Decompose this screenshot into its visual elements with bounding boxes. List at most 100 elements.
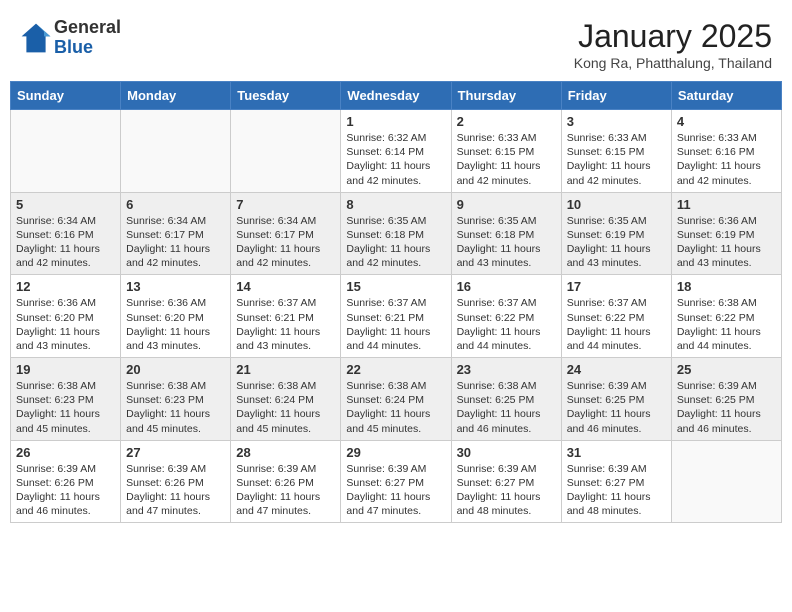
calendar-day-cell: 3 Sunrise: 6:33 AM Sunset: 6:15 PM Daylig… [561,110,671,193]
day-number: 7 [236,197,335,212]
day-info: Sunrise: 6:35 AM Sunset: 6:18 PM Dayligh… [346,214,445,271]
day-info: Sunrise: 6:36 AM Sunset: 6:19 PM Dayligh… [677,214,776,271]
day-number: 9 [457,197,556,212]
logo-general-label: General [54,18,121,38]
calendar-day-cell: 27Sunrise: 6:39 AM Sunset: 6:26 PM Dayli… [121,440,231,523]
calendar-day-cell: 11 Sunrise: 6:36 AM Sunset: 6:19 PM Dayli… [671,192,781,275]
calendar-table: SundayMondayTuesdayWednesdayThursdayFrid… [10,81,782,523]
day-info: Sunrise: 6:34 AM Sunset: 6:17 PM Dayligh… [126,214,225,271]
calendar-week-row: 26Sunrise: 6:39 AM Sunset: 6:26 PM Dayli… [11,440,782,523]
calendar-day-cell: 5 Sunrise: 6:34 AM Sunset: 6:16 PM Daylig… [11,192,121,275]
calendar-day-cell: 4Sunrise: 6:33 AM Sunset: 6:16 PM Daylig… [671,110,781,193]
day-number: 28 [236,445,335,460]
day-info: Sunrise: 6:34 AM Sunset: 6:16 PM Dayligh… [16,214,115,271]
day-number: 11 [677,197,776,212]
calendar-day-cell: 12 Sunrise: 6:36 AM Sunset: 6:20 PM Dayli… [11,275,121,358]
day-info: Sunrise: 6:34 AM Sunset: 6:17 PM Dayligh… [236,214,335,271]
day-info: Sunrise: 6:37 AM Sunset: 6:21 PM Dayligh… [346,296,445,353]
day-number: 1 [346,114,445,129]
calendar-day-cell: 8 Sunrise: 6:35 AM Sunset: 6:18 PM Daylig… [341,192,451,275]
calendar-day-cell: 29 Sunrise: 6:39 AM Sunset: 6:27 PM Dayli… [341,440,451,523]
day-number: 2 [457,114,556,129]
calendar-day-cell: 28Sunrise: 6:39 AM Sunset: 6:26 PM Dayli… [231,440,341,523]
day-number: 23 [457,362,556,377]
calendar-day-cell: 26Sunrise: 6:39 AM Sunset: 6:26 PM Dayli… [11,440,121,523]
day-number: 3 [567,114,666,129]
calendar-day-cell: 7 Sunrise: 6:34 AM Sunset: 6:17 PM Daylig… [231,192,341,275]
logo-text: General Blue [54,18,121,58]
day-info: Sunrise: 6:39 AM Sunset: 6:27 PM Dayligh… [346,462,445,519]
day-info: Sunrise: 6:36 AM Sunset: 6:20 PM Dayligh… [16,296,115,353]
day-number: 24 [567,362,666,377]
day-number: 14 [236,279,335,294]
calendar-empty-cell [231,110,341,193]
calendar-day-cell: 23 Sunrise: 6:38 AM Sunset: 6:25 PM Dayli… [451,358,561,441]
day-number: 13 [126,279,225,294]
calendar-empty-cell [11,110,121,193]
logo-blue-label: Blue [54,38,121,58]
day-info: Sunrise: 6:38 AM Sunset: 6:25 PM Dayligh… [457,379,556,436]
day-info: Sunrise: 6:33 AM Sunset: 6:16 PM Dayligh… [677,131,776,188]
weekday-header-cell: Thursday [451,82,561,110]
day-info: Sunrise: 6:38 AM Sunset: 6:24 PM Dayligh… [236,379,335,436]
day-info: Sunrise: 6:37 AM Sunset: 6:22 PM Dayligh… [457,296,556,353]
day-info: Sunrise: 6:39 AM Sunset: 6:27 PM Dayligh… [567,462,666,519]
calendar-day-cell: 16Sunrise: 6:37 AM Sunset: 6:22 PM Dayli… [451,275,561,358]
calendar-day-cell: 21 Sunrise: 6:38 AM Sunset: 6:24 PM Dayli… [231,358,341,441]
calendar-day-cell: 24 Sunrise: 6:39 AM Sunset: 6:25 PM Dayli… [561,358,671,441]
day-number: 29 [346,445,445,460]
page-header: General Blue January 2025 Kong Ra, Phatt… [10,10,782,77]
calendar-day-cell: 10 Sunrise: 6:35 AM Sunset: 6:19 PM Dayli… [561,192,671,275]
calendar-day-cell: 22 Sunrise: 6:38 AM Sunset: 6:24 PM Dayli… [341,358,451,441]
day-number: 6 [126,197,225,212]
weekday-header-row: SundayMondayTuesdayWednesdayThursdayFrid… [11,82,782,110]
day-number: 27 [126,445,225,460]
day-info: Sunrise: 6:32 AM Sunset: 6:14 PM Dayligh… [346,131,445,188]
calendar-day-cell: 9 Sunrise: 6:35 AM Sunset: 6:18 PM Daylig… [451,192,561,275]
calendar-day-cell: 15Sunrise: 6:37 AM Sunset: 6:21 PM Dayli… [341,275,451,358]
calendar-empty-cell [121,110,231,193]
day-number: 30 [457,445,556,460]
day-number: 12 [16,279,115,294]
calendar-week-row: 5 Sunrise: 6:34 AM Sunset: 6:16 PM Daylig… [11,192,782,275]
day-info: Sunrise: 6:38 AM Sunset: 6:23 PM Dayligh… [16,379,115,436]
title-block: January 2025 Kong Ra, Phatthalung, Thail… [574,18,772,71]
weekday-header-cell: Wednesday [341,82,451,110]
month-title: January 2025 [574,18,772,55]
day-number: 19 [16,362,115,377]
calendar-day-cell: 20Sunrise: 6:38 AM Sunset: 6:23 PM Dayli… [121,358,231,441]
calendar-day-cell: 1 Sunrise: 6:32 AM Sunset: 6:14 PM Daylig… [341,110,451,193]
calendar-day-cell: 31 Sunrise: 6:39 AM Sunset: 6:27 PM Dayli… [561,440,671,523]
day-info: Sunrise: 6:39 AM Sunset: 6:25 PM Dayligh… [567,379,666,436]
day-info: Sunrise: 6:39 AM Sunset: 6:26 PM Dayligh… [16,462,115,519]
calendar-week-row: 12 Sunrise: 6:36 AM Sunset: 6:20 PM Dayli… [11,275,782,358]
weekday-header-cell: Tuesday [231,82,341,110]
weekday-header-cell: Friday [561,82,671,110]
weekday-header-cell: Sunday [11,82,121,110]
calendar-day-cell: 13 Sunrise: 6:36 AM Sunset: 6:20 PM Dayli… [121,275,231,358]
day-number: 18 [677,279,776,294]
day-number: 10 [567,197,666,212]
weekday-header-cell: Saturday [671,82,781,110]
day-info: Sunrise: 6:35 AM Sunset: 6:18 PM Dayligh… [457,214,556,271]
day-info: Sunrise: 6:33 AM Sunset: 6:15 PM Dayligh… [457,131,556,188]
day-number: 5 [16,197,115,212]
day-number: 17 [567,279,666,294]
calendar-day-cell: 2 Sunrise: 6:33 AM Sunset: 6:15 PM Daylig… [451,110,561,193]
day-number: 22 [346,362,445,377]
day-info: Sunrise: 6:36 AM Sunset: 6:20 PM Dayligh… [126,296,225,353]
calendar-day-cell: 18 Sunrise: 6:38 AM Sunset: 6:22 PM Dayli… [671,275,781,358]
day-info: Sunrise: 6:38 AM Sunset: 6:22 PM Dayligh… [677,296,776,353]
day-info: Sunrise: 6:35 AM Sunset: 6:19 PM Dayligh… [567,214,666,271]
calendar-day-cell: 14Sunrise: 6:37 AM Sunset: 6:21 PM Dayli… [231,275,341,358]
location-title: Kong Ra, Phatthalung, Thailand [574,55,772,71]
day-info: Sunrise: 6:33 AM Sunset: 6:15 PM Dayligh… [567,131,666,188]
day-number: 31 [567,445,666,460]
day-number: 21 [236,362,335,377]
day-info: Sunrise: 6:37 AM Sunset: 6:22 PM Dayligh… [567,296,666,353]
day-info: Sunrise: 6:38 AM Sunset: 6:24 PM Dayligh… [346,379,445,436]
day-number: 8 [346,197,445,212]
day-info: Sunrise: 6:39 AM Sunset: 6:25 PM Dayligh… [677,379,776,436]
calendar-week-row: 19 Sunrise: 6:38 AM Sunset: 6:23 PM Dayli… [11,358,782,441]
day-number: 25 [677,362,776,377]
